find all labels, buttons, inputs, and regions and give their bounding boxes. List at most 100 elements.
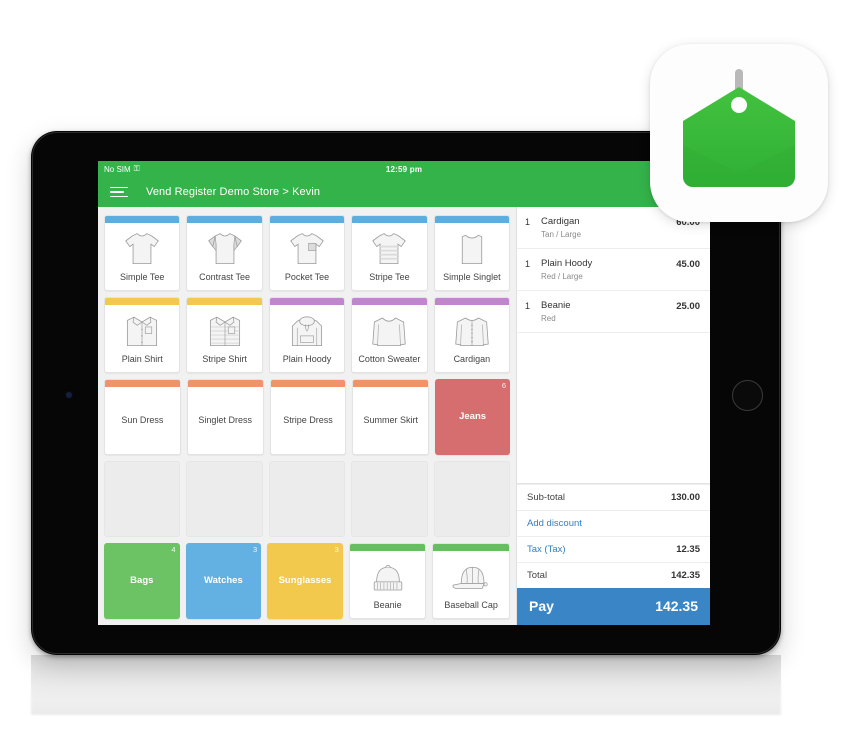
home-button[interactable] <box>732 380 763 411</box>
cart-item-qty: 1 <box>525 300 531 311</box>
tile-label: Cotton Sweater <box>358 354 421 364</box>
tile-label: Summer Skirt <box>363 415 419 425</box>
product-grid-row: Simple Tee Contrast Tee Pocket Tee Stripe T… <box>104 215 511 291</box>
tile-accent-bar <box>105 298 180 305</box>
tile-badge-count: 3 <box>253 545 258 554</box>
tee-simple-icon <box>105 223 179 273</box>
cart-item-list: 1 Cardigan Tan / Large 60.00 1 Plain Hoody Red… <box>517 207 710 345</box>
tile-label: Simple Singlet <box>443 272 501 282</box>
product-tile[interactable]: Cotton Sweater <box>351 297 428 373</box>
category-tile[interactable]: 3 Watches <box>185 543 262 619</box>
pay-button[interactable]: Pay 142.35 <box>517 588 710 625</box>
tax-row[interactable]: Tax (Tax) 12.35 <box>517 536 710 562</box>
hamburger-menu-icon[interactable] <box>110 186 128 198</box>
tile-label: Cardigan <box>453 354 491 364</box>
tile-badge-count: 6 <box>501 381 506 390</box>
tile-label: Bags <box>130 575 154 587</box>
product-tile-empty <box>104 461 181 537</box>
category-tile[interactable]: 3 Sunglasses <box>267 543 343 619</box>
product-tile-empty <box>433 461 511 537</box>
cart-item-variant: Tan / Large <box>541 229 582 239</box>
tile-label: Contrast Tee <box>199 272 251 282</box>
product-tile[interactable]: Plain Hoody <box>268 297 346 373</box>
product-tile[interactable]: Stripe Tee <box>351 215 428 291</box>
pay-button-amount: 142.35 <box>655 598 698 614</box>
cart-item-details: Cardigan Tan / Large <box>541 216 676 239</box>
tee-contrast-icon <box>187 223 261 273</box>
vend-app-icon <box>650 44 828 222</box>
tablet-screen: No SIM ⚿ 12:59 pm Vend Register Demo Sto… <box>98 161 710 625</box>
register-body: Simple Tee Contrast Tee Pocket Tee Stripe T… <box>98 207 710 625</box>
tile-label: Pocket Tee <box>284 272 330 282</box>
product-grid-row: 4 Bags 3 Watches 3 Sunglasses Beanie Baseball C… <box>104 543 510 619</box>
app-header: Vend Register Demo Store > Kevin <box>98 177 710 207</box>
tile-accent-bar <box>353 380 429 387</box>
cap-icon <box>433 551 509 601</box>
cart-totals: Sub-total 130.00 Add discount Tax (Tax) … <box>517 484 710 625</box>
tile-label: Watches <box>204 575 243 587</box>
cart-item-row[interactable]: 1 Beanie Red 25.00 <box>517 291 710 333</box>
product-tile[interactable]: Summer Skirt <box>352 379 430 455</box>
tile-badge-count: 3 <box>334 545 339 554</box>
cart-item-details: Beanie Red <box>541 300 676 323</box>
total-row: Total 142.35 <box>517 562 710 588</box>
tile-accent-bar <box>349 544 426 551</box>
product-tile-empty <box>351 461 428 537</box>
product-tile[interactable]: Beanie <box>348 543 427 619</box>
product-tile[interactable]: Singlet Dress <box>186 379 264 455</box>
total-label: Total <box>527 570 548 581</box>
tile-label: Plain Hoody <box>282 354 332 364</box>
cart-item-price: 45.00 <box>676 258 700 270</box>
tile-accent-bar <box>434 298 510 305</box>
shirt-plain-icon <box>105 305 179 355</box>
product-tile[interactable]: Sun Dress <box>104 379 181 455</box>
product-tile[interactable]: Plain Shirt <box>104 297 181 373</box>
cart-item-qty: 1 <box>525 258 531 269</box>
singlet-icon <box>435 223 509 273</box>
tile-label: Singlet Dress <box>198 415 252 425</box>
total-value: 142.35 <box>670 570 700 581</box>
product-tile[interactable]: Simple Singlet <box>433 215 511 291</box>
screenshot-stage: No SIM ⚿ 12:59 pm Vend Register Demo Sto… <box>0 0 860 751</box>
status-bar: No SIM ⚿ 12:59 pm <box>98 161 710 177</box>
beanie-icon <box>350 551 426 601</box>
product-tile[interactable]: Stripe Shirt <box>186 297 263 373</box>
subtotal-label: Sub-total <box>527 492 566 503</box>
tile-accent-bar <box>433 544 509 551</box>
tile-accent-bar <box>270 380 346 387</box>
product-tile[interactable]: Pocket Tee <box>268 215 346 291</box>
hoody-icon <box>270 305 344 355</box>
cart-item-name: Beanie <box>541 299 571 311</box>
product-grid: Simple Tee Contrast Tee Pocket Tee Stripe T… <box>98 207 516 625</box>
tile-label: Baseball Cap <box>444 600 498 610</box>
category-tile[interactable]: 4 Bags <box>104 543 180 619</box>
add-discount-row[interactable]: Add discount <box>517 510 710 536</box>
tile-badge-count: 4 <box>171 545 176 554</box>
tile-accent-bar <box>187 380 263 387</box>
cart-item-name: Cardigan <box>541 216 580 227</box>
product-tile[interactable]: Cardigan <box>433 297 511 373</box>
product-grid-row: Plain Shirt Stripe Shirt Plain Hoody Cotton… <box>104 297 511 373</box>
tile-label: Sun Dress <box>121 415 164 425</box>
tablet-reflection <box>31 655 781 715</box>
tee-pocket-icon <box>270 223 344 273</box>
sweater-icon <box>352 305 426 355</box>
store-breadcrumb: Vend Register Demo Store > Kevin <box>146 186 321 198</box>
cart-item-qty: 1 <box>525 217 531 227</box>
tax-value: 12.35 <box>676 544 700 555</box>
add-discount-label[interactable]: Add discount <box>527 518 582 529</box>
tile-label: Stripe Tee <box>369 272 410 282</box>
product-tile[interactable]: Stripe Dress <box>269 379 347 455</box>
product-tile[interactable]: Simple Tee <box>104 215 181 291</box>
product-tile[interactable]: Contrast Tee <box>186 215 263 291</box>
tile-label: Jeans <box>459 411 487 423</box>
tile-label: Beanie <box>373 600 402 610</box>
tile-accent-bar <box>187 216 262 223</box>
product-tile[interactable]: Baseball Cap <box>432 543 510 619</box>
category-tile[interactable]: 6 Jeans <box>435 379 510 455</box>
cart-item-name: Plain Hoody <box>541 257 593 269</box>
tax-label[interactable]: Tax (Tax) <box>527 544 566 555</box>
tile-accent-bar <box>269 298 345 305</box>
cart-item-row[interactable]: 1 Plain Hoody Red / Large 45.00 <box>517 249 710 291</box>
subtotal-value: 130.00 <box>670 492 700 503</box>
